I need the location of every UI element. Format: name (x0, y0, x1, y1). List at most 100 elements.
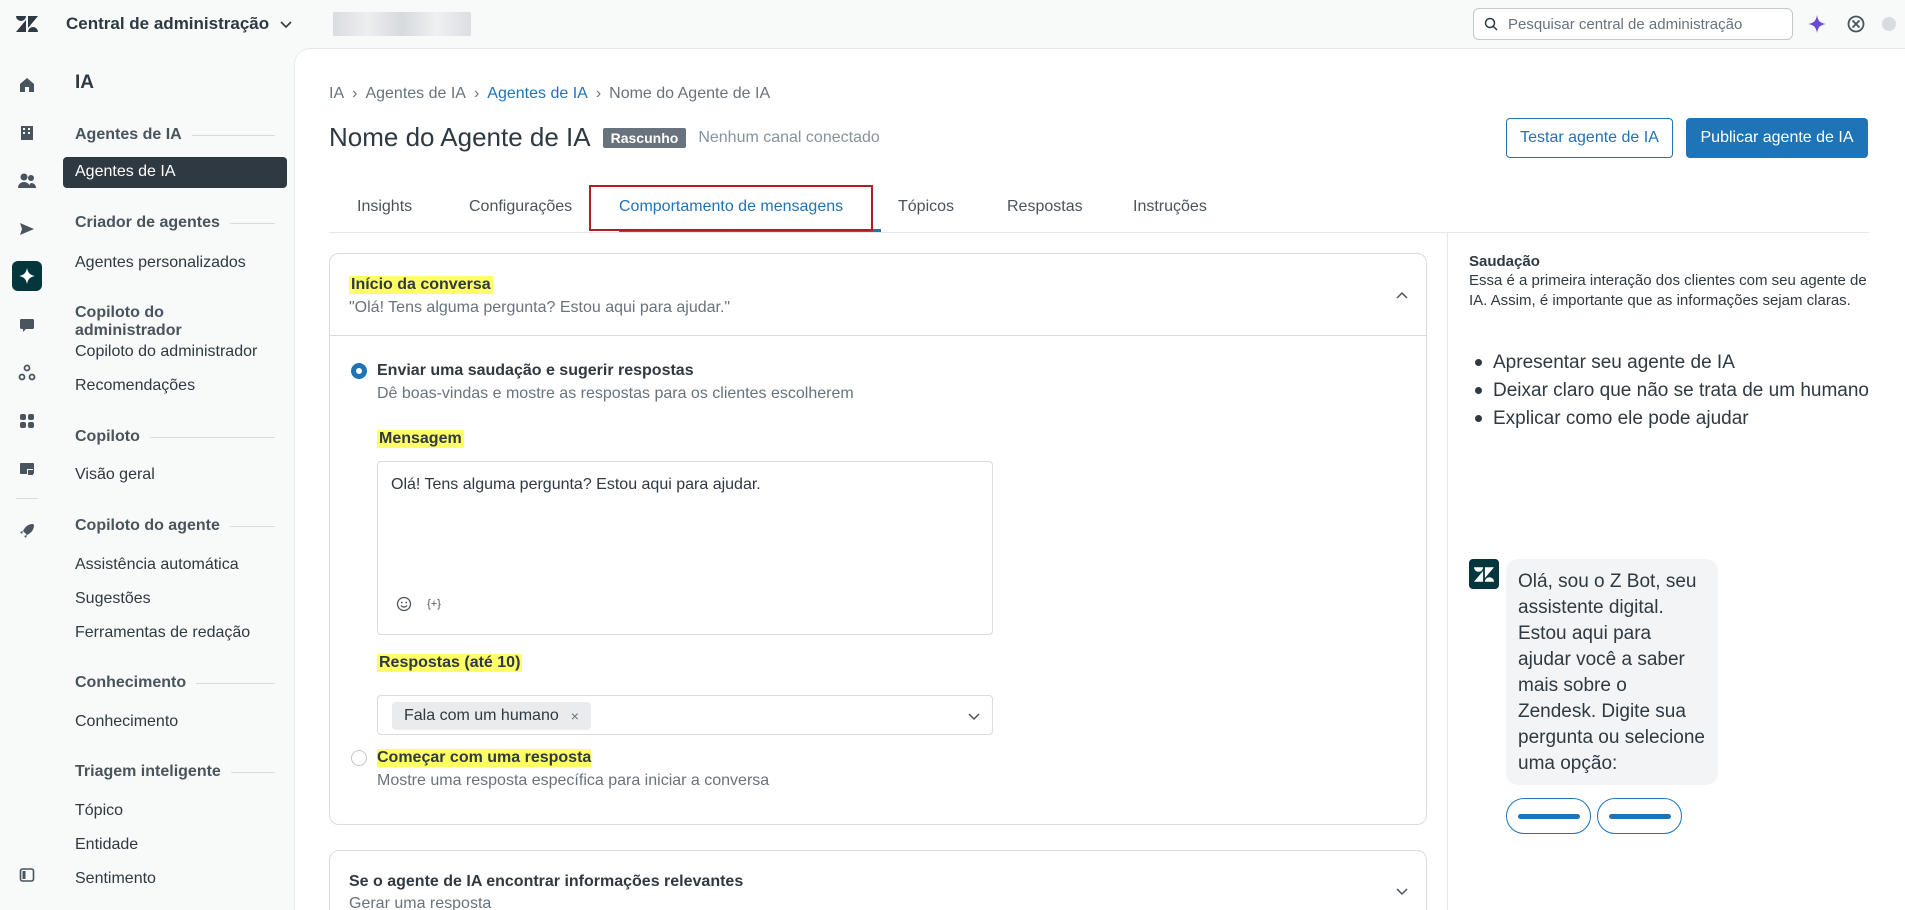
tab-list: Insights Configurações Comportamento de … (329, 185, 1869, 233)
nav-item-writing-tools[interactable]: Ferramentas de redação (75, 624, 250, 642)
option-send-greeting-hint: Dê boas-vindas e mostre as respostas par… (377, 385, 854, 402)
breadcrumb-ai-agents-link[interactable]: Agentes de IA (487, 85, 588, 103)
breadcrumb-separator-icon: › (473, 85, 480, 102)
nav-section-copilot: Copiloto (75, 428, 275, 446)
top-bar: Central de administração Pesquisar centr… (0, 0, 1905, 48)
nav-item-admin-copilot[interactable]: Copiloto do administrador (75, 343, 257, 361)
list-item: Explicar como ele pode ajudar (1469, 405, 1879, 432)
conversation-start-title: Início da conversa (349, 276, 493, 294)
greeting-help-aside: Saudação Essa é a primeira interação dos… (1447, 233, 1905, 910)
tab-responses[interactable]: Respostas (1007, 198, 1083, 216)
chevron-up-icon[interactable] (1394, 288, 1410, 304)
option-send-greeting-label: Enviar uma saudação e sugerir respostas (377, 362, 694, 379)
profile-avatar[interactable] (1878, 13, 1900, 35)
relevant-info-title: Se o agente de IA encontrar informações … (349, 873, 744, 890)
breadcrumb-ai-agents[interactable]: Agentes de IA (365, 85, 466, 103)
blurred-account-name (333, 12, 472, 36)
quick-reply-placeholder (1506, 798, 1591, 834)
search-placeholder: Pesquisar central de administração (1508, 15, 1743, 33)
nav-section-admin-copilot: Copiloto do administrador (75, 304, 182, 339)
building-icon[interactable] (12, 118, 42, 148)
secondary-nav: IA Agentes de IA Agentes de IA Criador d… (54, 48, 294, 910)
radio-start-with-response[interactable] (351, 750, 367, 766)
conversation-start-header[interactable]: Início da conversa "Olá! Tens alguma per… (330, 254, 1426, 336)
relevant-info-summary: Gerar uma resposta (349, 895, 492, 910)
message-label: Mensagem (377, 430, 464, 448)
tab-topics[interactable]: Tópicos (898, 198, 954, 216)
apps-icon[interactable] (12, 406, 42, 436)
nav-item-topic[interactable]: Tópico (75, 802, 123, 820)
rail-divider (16, 498, 38, 499)
status-badge: Rascunho (602, 127, 687, 148)
objects-icon[interactable] (12, 454, 42, 484)
radio-send-greeting[interactable] (351, 363, 367, 379)
tab-instructions[interactable]: Instruções (1133, 198, 1207, 216)
chevron-down-icon (280, 21, 292, 29)
breadcrumb: IA › Agentes de IA › Agentes de IA › Nom… (329, 85, 770, 103)
nav-item-custom-agents[interactable]: Agentes personalizados (75, 254, 246, 272)
ai-icon[interactable] (12, 261, 42, 291)
list-item: Deixar claro que não se trata de um huma… (1469, 377, 1879, 404)
nav-item-auto-assist[interactable]: Assistência automática (75, 556, 239, 574)
home-icon[interactable] (12, 70, 42, 100)
tab-insights[interactable]: Insights (357, 198, 412, 216)
list-item: Apresentar seu agente de IA (1469, 349, 1879, 376)
tab-settings[interactable]: Configurações (469, 198, 572, 216)
nav-item-recommendations[interactable]: Recomendações (75, 377, 195, 395)
icon-rail (0, 48, 54, 910)
quick-reply-placeholder (1597, 798, 1682, 834)
remove-tag-icon[interactable]: × (571, 708, 579, 724)
placeholder-variable-icon[interactable]: {+} (425, 595, 443, 613)
nav-section-intelligent-triage: Triagem inteligente (75, 763, 275, 781)
replies-combobox[interactable]: Fala com um humano × (377, 695, 993, 735)
conversation-start-summary: "Olá! Tens alguma pergunta? Estou aqui p… (349, 299, 731, 316)
aside-description: Essa é a primeira interação dos clientes… (1469, 272, 1867, 309)
product-tray-icon[interactable] (1845, 13, 1867, 35)
message-value: Olá! Tens alguma pergunta? Estou aqui pa… (391, 476, 761, 493)
chevron-down-icon[interactable] (1394, 883, 1410, 899)
breadcrumb-separator-icon: › (595, 85, 602, 102)
search-input[interactable]: Pesquisar central de administração (1473, 8, 1793, 40)
workflow-icon[interactable] (12, 358, 42, 388)
message-textarea[interactable]: Olá! Tens alguma pergunta? Estou aqui pa… (377, 461, 993, 635)
nav-section-ai-agents: Agentes de IA (75, 126, 275, 144)
aside-tips-list: Apresentar seu agente de IA Deixar claro… (1469, 349, 1879, 433)
app-title: Central de administração (66, 14, 270, 33)
nav-item-sentiment[interactable]: Sentimento (75, 870, 156, 888)
nav-item-entity[interactable]: Entidade (75, 836, 138, 854)
tab-highlight-box (589, 185, 873, 231)
nav-item-overview[interactable]: Visão geral (75, 466, 155, 484)
reply-tag-label: Fala com um humano (404, 707, 559, 724)
send-icon[interactable] (12, 214, 42, 244)
page-title: Nome do Agente de IA (329, 122, 591, 152)
zendesk-logo-icon[interactable] (0, 0, 54, 48)
nav-item-suggestions[interactable]: Sugestões (75, 590, 151, 608)
search-icon (1484, 17, 1498, 31)
relevant-info-panel[interactable]: Se o agente de IA encontrar informações … (329, 850, 1427, 910)
bot-avatar (1469, 559, 1499, 589)
nav-section-agent-builder: Criador de agentes (75, 214, 275, 232)
nav-item-knowledge[interactable]: Conhecimento (75, 713, 178, 731)
bot-message-bubble: Olá, sou o Z Bot, seu assistente digital… (1506, 559, 1718, 785)
page-header: Nome do Agente de IA Rascunho Nenhum can… (329, 122, 880, 153)
nav-section-agent-copilot: Copiloto do agente (75, 517, 275, 535)
rocket-icon[interactable] (12, 516, 42, 546)
chevron-down-icon[interactable] (966, 708, 982, 724)
test-agent-button[interactable]: Testar agente de IA (1506, 118, 1673, 158)
collapse-sidebar-icon[interactable] (12, 860, 42, 890)
channel-status: Nenhum canal conectado (698, 128, 880, 146)
product-switcher[interactable]: Central de administração (66, 14, 293, 34)
option-start-with-response-label: Começar com uma resposta (377, 749, 592, 767)
breadcrumb-current: Nome do Agente de IA (609, 85, 771, 102)
nav-item-ai-agents[interactable]: Agentes de IA (63, 157, 287, 188)
chat-icon[interactable] (12, 310, 42, 340)
aside-title: Saudação (1469, 253, 1540, 270)
ai-sparkle-icon[interactable] (1806, 13, 1828, 35)
publish-agent-button[interactable]: Publicar agente de IA (1686, 118, 1868, 158)
people-icon[interactable] (12, 166, 42, 196)
nav-section-knowledge: Conhecimento (75, 674, 275, 692)
main-content: IA › Agentes de IA › Agentes de IA › Nom… (294, 48, 1905, 910)
emoji-icon[interactable] (395, 595, 413, 613)
zendesk-logo-icon (1474, 566, 1494, 582)
breadcrumb-ia[interactable]: IA (329, 85, 344, 103)
